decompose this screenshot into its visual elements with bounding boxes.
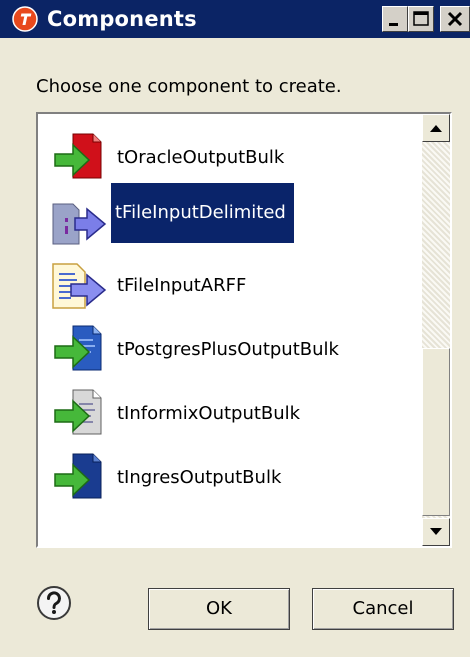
arrow-up-icon: [430, 125, 442, 132]
maximize-icon: [413, 11, 429, 26]
minimize-icon: [389, 23, 398, 26]
list-item-tingresoutputbulk[interactable]: tIngresOutputBulk: [38, 446, 422, 510]
item-label: tIngresOutputBulk: [117, 467, 282, 488]
list-item-tpostgresplusoutputbulk[interactable]: tPostgresPlusOutputBulk: [38, 318, 422, 382]
item-label: tOracleOutputBulk: [117, 147, 285, 168]
file-input-delimited-icon: [52, 203, 107, 245]
title-bar[interactable]: Components: [0, 0, 470, 38]
file-input-arff-icon: [52, 263, 107, 309]
item-label: tFileInputDelimited: [111, 183, 294, 243]
talend-app-icon: [12, 6, 38, 32]
maximize-button[interactable]: [408, 6, 434, 32]
close-button[interactable]: [440, 6, 470, 32]
scroll-down-button[interactable]: [422, 518, 450, 546]
postgresplus-output-bulk-icon: [54, 325, 102, 371]
oracle-output-bulk-icon: [54, 133, 102, 179]
minimize-button[interactable]: [382, 6, 408, 32]
component-list[interactable]: tOracleOutputBulk tFileInputDelimited tF…: [36, 112, 452, 548]
arrow-down-icon: [430, 528, 442, 535]
instruction-text: Choose one component to create.: [36, 76, 342, 97]
components-dialog: Components Choose one component to creat…: [0, 0, 470, 657]
ok-button[interactable]: OK: [148, 588, 290, 630]
scrollbar-thumb[interactable]: [422, 348, 450, 516]
ingres-output-bulk-icon: [54, 453, 102, 499]
item-label: tInformixOutputBulk: [117, 403, 301, 424]
list-item-toracleoutputbulk[interactable]: tOracleOutputBulk: [38, 126, 422, 190]
list-item-tfileinputarff[interactable]: tFileInputARFF: [38, 254, 422, 318]
window-title: Components: [47, 7, 197, 31]
item-label: tFileInputARFF: [117, 275, 247, 296]
scroll-up-button[interactable]: [422, 114, 450, 142]
question-mark-icon[interactable]: [36, 585, 72, 621]
list-item-tfileinputdelimited[interactable]: tFileInputDelimited: [38, 183, 422, 254]
component-list-viewport: tOracleOutputBulk tFileInputDelimited tF…: [38, 114, 422, 546]
informix-output-bulk-icon: [54, 389, 102, 435]
vertical-scrollbar[interactable]: [422, 114, 450, 546]
item-label: tPostgresPlusOutputBulk: [117, 339, 339, 360]
list-item-tinformixoutputbulk[interactable]: tInformixOutputBulk: [38, 382, 422, 446]
close-icon: [447, 11, 463, 27]
cancel-button[interactable]: Cancel: [312, 588, 454, 630]
